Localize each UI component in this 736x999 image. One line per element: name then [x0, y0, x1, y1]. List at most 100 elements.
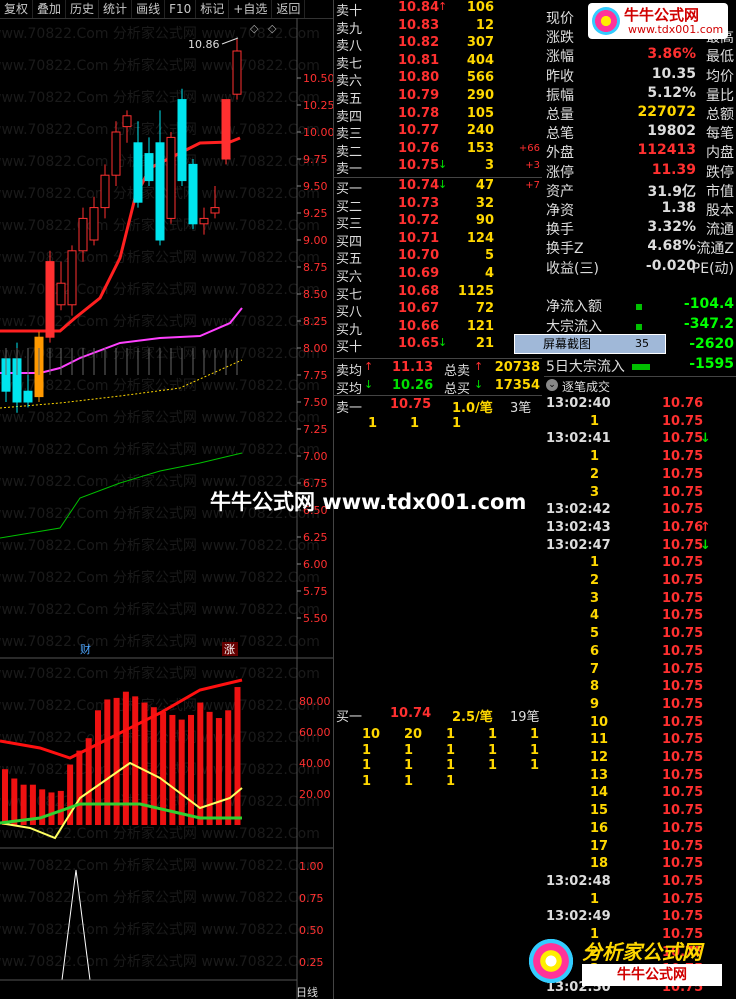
period-label[interactable]: 日线 [296, 985, 318, 999]
tick-row: 10 10.75 [544, 715, 736, 732]
toolbar-button-1[interactable]: 叠加 [33, 0, 67, 18]
indicator-bar [95, 710, 101, 825]
queue-item: 1 [410, 416, 420, 431]
queue-item: 1 [530, 742, 540, 758]
bid-row[interactable]: 买六 10.69 4 [334, 266, 542, 285]
bid-row[interactable]: 买四 10.71 124 [334, 231, 542, 250]
order-volume: 32 [475, 195, 494, 211]
tick-row: 13:02:48 10.75 [544, 874, 736, 891]
stat-label: 净资 [546, 203, 574, 219]
bid-row[interactable]: 买三 10.72 90 [334, 213, 542, 233]
tick-row: 2 10.75 [544, 467, 736, 484]
candle-body [177, 99, 187, 182]
order-price: 10.80 [398, 70, 440, 86]
tick-row: 9 10.75 [544, 697, 736, 714]
diamond-icon[interactable]: ◇ [250, 22, 259, 35]
stat-label-right: 流通 [706, 222, 734, 239]
candle-body [155, 142, 165, 241]
order-change: +7 [525, 180, 540, 191]
stat-label: 涨跌 [546, 30, 574, 47]
ask-row[interactable]: 卖七 10.81 404 [334, 53, 542, 72]
tick-price: 10.75 [662, 679, 704, 695]
bid-row[interactable]: 买九 10.66 121 [334, 319, 542, 338]
ask-row[interactable]: 卖十 10.84 ↑ 106 [334, 0, 542, 19]
ask-row[interactable]: 卖一 10.75 ↓ 3 +3 [334, 158, 542, 177]
price-tick-label: 8.50 [303, 288, 328, 301]
order-volume: 21 [475, 336, 494, 352]
price-tick-label: 7.25 [303, 423, 328, 436]
stat-label-right: 均价 [706, 68, 734, 85]
tick-time: 14 [590, 785, 609, 801]
toolbar-button-0[interactable]: 复权 [0, 0, 34, 18]
bid-row[interactable]: 买二 10.73 32 [334, 195, 542, 215]
order-price: 10.84 [398, 0, 440, 15]
queue-item: 1 [488, 727, 498, 742]
order-price: 10.69 [398, 266, 440, 281]
rise-tag[interactable]: 涨 [224, 643, 235, 656]
order-change: +66 [518, 142, 540, 154]
diamond-icon[interactable]: ◇ [268, 22, 277, 35]
queue-label: 买一 [336, 710, 363, 725]
tick-row: 18 10.75 [544, 856, 736, 873]
toolbar-button-5[interactable]: F10 [165, 0, 197, 18]
price-tick-label: 5.50 [303, 612, 328, 625]
stat-value: 10.35 [651, 65, 696, 82]
queue-item: 1 [446, 773, 456, 789]
order-level-label: 买一 [336, 182, 363, 197]
ask-row[interactable]: 卖五 10.79 290 [334, 88, 542, 107]
tick-price: 10.75 [662, 891, 704, 907]
toolbar-button-7[interactable]: +自选 [229, 0, 273, 18]
tick-price: 10.75 [662, 608, 704, 624]
tick-row: 8 10.75 [544, 679, 736, 696]
watermark-text: www.70822.Com 分析家公式网 www.70822.Com [0, 89, 320, 106]
bid-row[interactable]: 买一 10.74 ↓ 47 +7 [334, 178, 542, 197]
price-tick-label: 7.75 [303, 369, 328, 382]
watermark-text: www.70822.Com 分析家公式网 www.70822.Com [0, 953, 320, 970]
arrow-icon: ↑ [438, 0, 448, 13]
bid-row[interactable]: 买七 10.68 1125 [334, 284, 542, 303]
toolbar-button-4[interactable]: 画线 [132, 0, 166, 18]
toolbar-button-6[interactable]: 标记 [196, 0, 230, 18]
tick-row: 13:02:42 10.75 [544, 502, 736, 519]
ask-row[interactable]: 卖八 10.82 307 [334, 35, 542, 54]
divider [334, 358, 542, 359]
ask-row[interactable]: 卖六 10.80 566 [334, 70, 542, 89]
bid-row[interactable]: 买八 10.67 72 [334, 301, 542, 321]
indicator-bar [48, 792, 55, 825]
bid-row[interactable]: 买十 10.65 ↓ 21 [334, 336, 542, 355]
candle-body [232, 50, 242, 95]
flow-bar [632, 364, 650, 370]
stat-label: 外盘 [546, 145, 574, 162]
avg-price: 11.13 [392, 360, 434, 375]
order-volume: 106 [466, 0, 494, 15]
order-level-label: 买五 [336, 252, 363, 268]
watermark-text: www.70822.Com 分析家公式网 www.70822.Com [0, 729, 320, 746]
tick-row: 13:02:41 10.75 ↓ [544, 431, 736, 448]
price-tick-label: 10.50 [303, 72, 333, 85]
niuniu-logo: 牛牛公式网 www.tdx001.com [588, 3, 728, 39]
finance-tag[interactable]: 财 [80, 642, 91, 656]
queue-item: 1 [488, 758, 498, 773]
fund-flow-label: 净流入额 [546, 299, 602, 315]
ask-row[interactable]: 卖二 10.76 153 +66 [334, 141, 542, 160]
order-price: 10.77 [398, 123, 440, 139]
indicator-bar [178, 719, 185, 825]
order-level-label: 买四 [336, 234, 363, 250]
stat-label-right: 市值 [706, 183, 734, 200]
order-level-label: 买八 [336, 305, 363, 321]
watermark-text: www.70822.Com 分析家公式网 www.70822.Com [0, 857, 320, 874]
bid-row[interactable]: 买五 10.70 5 [334, 248, 542, 268]
price-tick-label: 10.00 [303, 126, 333, 139]
toolbar-button-8[interactable]: 返回 [272, 0, 306, 18]
order-level-label: 买三 [336, 217, 363, 233]
ask-row[interactable]: 卖九 10.83 12 [334, 18, 542, 37]
stat-value: 19802 [647, 123, 696, 140]
price-tick-label: 6.00 [303, 558, 328, 571]
stat-value: 11.39 [651, 161, 696, 178]
toolbar-button-2[interactable]: 历史 [66, 0, 100, 18]
tick-price: 10.75 [662, 502, 704, 518]
ask-row[interactable]: 卖四 10.78 105 [334, 106, 542, 125]
toolbar-button-3[interactable]: 统计 [99, 0, 133, 18]
ask-row[interactable]: 卖三 10.77 240 [334, 123, 542, 142]
stat-value: 3.86% [647, 46, 696, 63]
